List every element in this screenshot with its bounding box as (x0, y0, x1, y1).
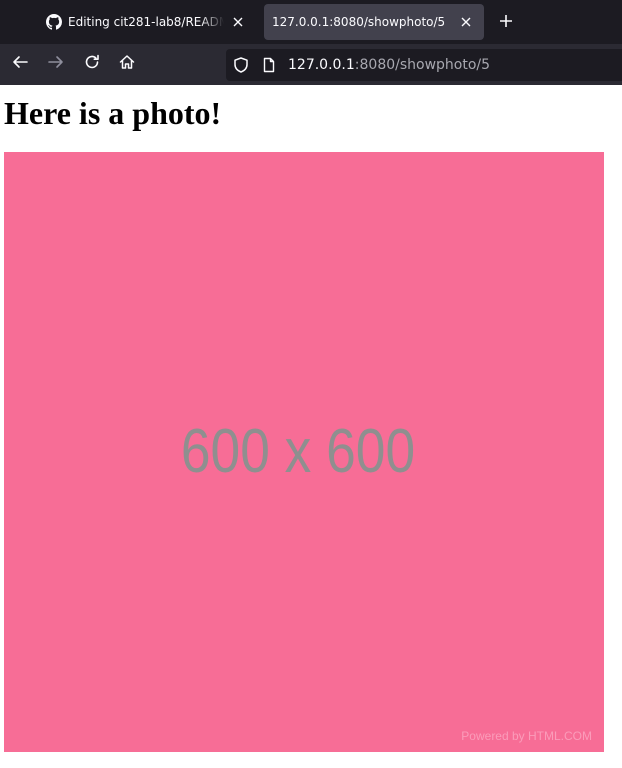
home-icon (119, 54, 135, 74)
tab-editing-readme[interactable]: Editing cit281-lab8/README.md (38, 4, 256, 40)
page-heading: Here is a photo! (4, 95, 222, 131)
reload-icon (84, 54, 100, 74)
url-path: :8080/showphoto/5 (354, 57, 491, 73)
page-icon[interactable] (261, 57, 277, 77)
photo-dimensions-text: 600 x 600 (180, 417, 416, 486)
url-host: 127.0.0.1 (288, 57, 355, 73)
tab-close-icon[interactable] (458, 14, 474, 30)
tab-title: 127.0.0.1:8080/showphoto/5 (272, 15, 446, 29)
back-button[interactable] (10, 54, 30, 74)
tab-close-icon[interactable] (230, 14, 246, 30)
navigation-toolbar: 127.0.0.1:8080/showphoto/5 (0, 44, 622, 85)
back-arrow-icon (12, 54, 28, 74)
tab-showphoto[interactable]: 127.0.0.1:8080/showphoto/5 (264, 4, 484, 40)
plus-icon (499, 13, 513, 32)
page-content: Here is a photo! 600 x 600 Powered by HT… (0, 85, 622, 768)
tab-title: Editing cit281-lab8/README.md (68, 15, 224, 29)
new-tab-button[interactable] (496, 12, 516, 32)
home-button[interactable] (117, 54, 137, 74)
forward-button[interactable] (46, 54, 66, 74)
reload-button[interactable] (82, 54, 102, 74)
placeholder-photo: 600 x 600 Powered by HTML.COM (4, 152, 604, 752)
github-icon (46, 14, 62, 30)
forward-arrow-icon (48, 54, 64, 74)
url-bar[interactable]: 127.0.0.1:8080/showphoto/5 (226, 49, 622, 81)
shield-icon[interactable] (233, 57, 249, 77)
url-text[interactable]: 127.0.0.1:8080/showphoto/5 (288, 57, 490, 73)
tab-strip: Editing cit281-lab8/README.md 127.0.0.1:… (0, 0, 622, 44)
browser-chrome: Editing cit281-lab8/README.md 127.0.0.1:… (0, 0, 622, 85)
photo-powered-by-text: Powered by HTML.COM (461, 729, 592, 743)
